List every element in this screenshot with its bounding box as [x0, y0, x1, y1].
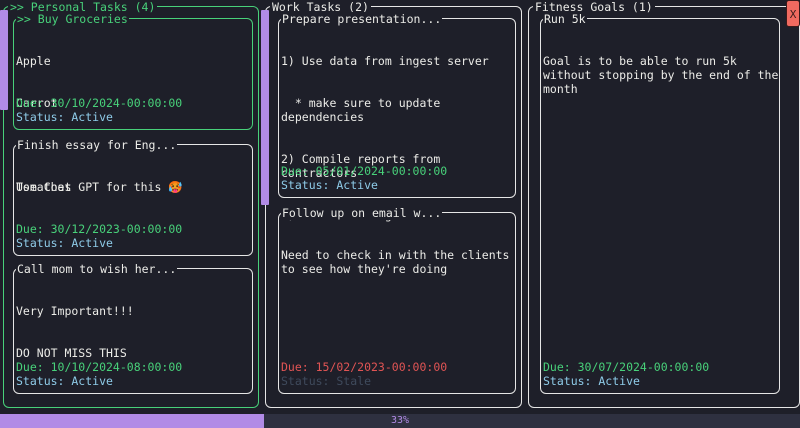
task-title: Prepare presentation...: [281, 12, 443, 26]
task-card-prepare-presentation[interactable]: Prepare presentation... 1) Use data from…: [278, 12, 516, 222]
scrollbar-personal-tasks[interactable]: [0, 10, 8, 110]
task-card-buy-groceries[interactable]: >> Buy Groceries Apple Carrot Cabbage To…: [13, 12, 253, 194]
task-card-call-mom[interactable]: Call mom to wish her... Very Important!!…: [13, 262, 253, 394]
task-title: Follow up on email w...: [281, 206, 443, 220]
task-description: Goal is to be able to run 5k without sto…: [543, 54, 786, 96]
task-title: Call mom to wish her...: [16, 262, 178, 276]
task-card-run-5k[interactable]: Run 5k Goal is to be able to run 5k with…: [540, 12, 780, 394]
task-status: Status: Active: [281, 178, 378, 192]
close-button[interactable]: X: [786, 0, 800, 27]
task-due-date: Due: 30/12/2023-00:00:00: [16, 222, 183, 236]
task-status: Status: Active: [16, 110, 113, 124]
task-card-follow-up-email[interactable]: Follow up on email w... Need to check in…: [278, 206, 517, 394]
task-title: Finish essay for Eng...: [16, 138, 178, 152]
task-title: Run 5k: [543, 12, 587, 26]
task-title: >> Buy Groceries: [16, 12, 129, 26]
task-status: Status: Stale: [281, 374, 372, 388]
task-due-date: Due: 30/10/2024-00:00:00: [16, 96, 183, 110]
task-status: Status: Active: [16, 236, 113, 250]
task-due-date: Due: 10/10/2024-08:00:00: [16, 360, 183, 374]
task-description: Need to check in with the clients to see…: [281, 248, 517, 276]
task-status: Status: Active: [543, 374, 640, 388]
progress-bar: 33%: [0, 414, 800, 428]
task-due-date: Due: 30/07/2024-00:00:00: [543, 360, 710, 374]
task-due-date: Due: 05/01/2024-00:00:00: [281, 164, 448, 178]
task-due-date: Due: 15/02/2023-00:00:00: [281, 360, 448, 374]
task-description: Use Chat GPT for this 🥵: [16, 180, 183, 194]
task-card-finish-essay[interactable]: Finish essay for Eng... Use Chat GPT for…: [13, 138, 253, 256]
progress-label: 33%: [390, 415, 410, 426]
task-status: Status: Active: [16, 374, 113, 388]
scrollbar-work-tasks[interactable]: [261, 10, 269, 205]
